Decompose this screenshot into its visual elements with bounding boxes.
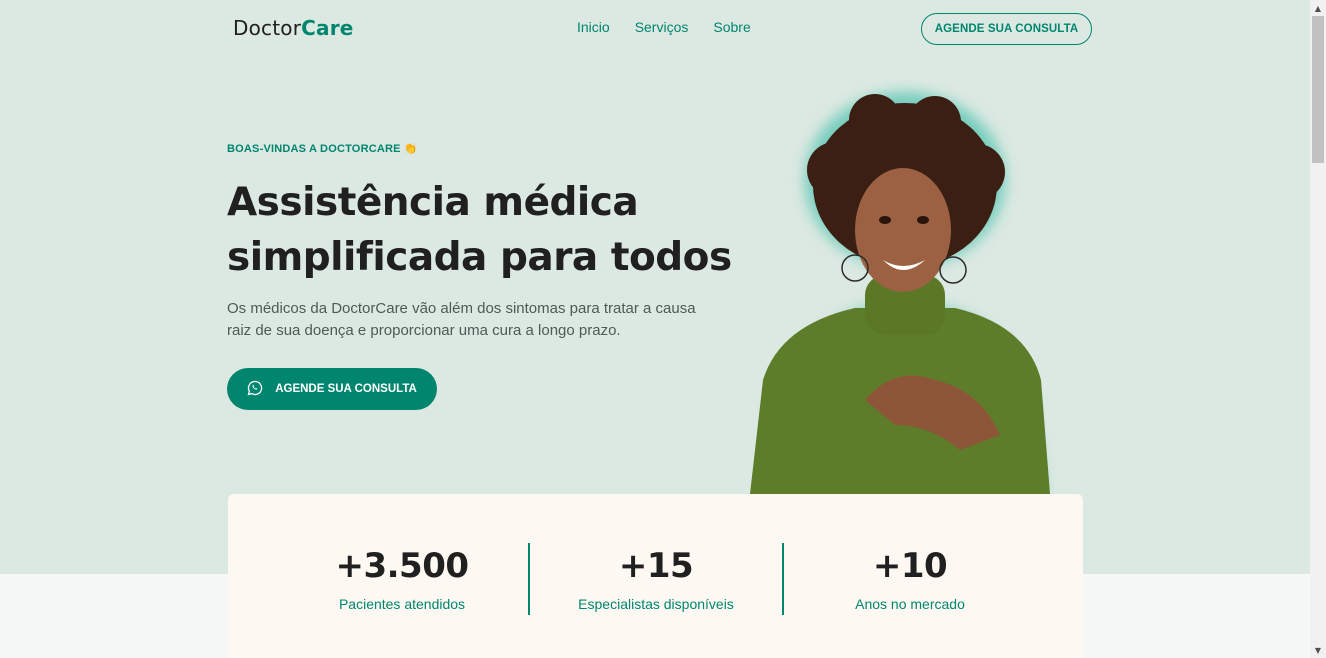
hero-eyebrow: BOAS-VINDAS A DOCTORCARE 👏: [227, 143, 418, 155]
nav-link-servicos[interactable]: Serviços: [635, 19, 689, 35]
nav-link-sobre[interactable]: Sobre: [713, 19, 750, 35]
stats-card: +3.500 Pacientes atendidos +15 Especiali…: [228, 494, 1083, 658]
stat-label: Anos no mercado: [855, 596, 965, 612]
stat-label: Especialistas disponíveis: [578, 596, 734, 612]
stat-value: +3.500: [335, 546, 469, 586]
header-schedule-button[interactable]: AGENDE SUA CONSULTA: [921, 13, 1092, 45]
scroll-up-icon[interactable]: ▲: [1310, 0, 1326, 16]
vertical-scrollbar[interactable]: ▲ ▼: [1310, 0, 1326, 658]
stat-value: +10: [872, 546, 948, 586]
stat-years: +10 Anos no mercado: [783, 542, 1037, 612]
logo-brand: Care: [301, 16, 354, 40]
logo[interactable]: DoctorCare: [233, 16, 354, 40]
scroll-down-icon[interactable]: ▼: [1310, 642, 1326, 658]
hero-cta-label: AGENDE SUA CONSULTA: [275, 383, 417, 395]
nav-link-inicio[interactable]: Inicio: [577, 19, 610, 35]
hero-doctor-portrait: [750, 92, 1050, 494]
stat-label: Pacientes atendidos: [338, 596, 466, 612]
main-nav: Inicio Serviços Sobre: [577, 19, 776, 35]
scroll-thumb[interactable]: [1312, 16, 1324, 163]
stat-value: +15: [618, 546, 694, 586]
hero-title: Assistência médica simplificada para tod…: [227, 180, 732, 280]
page: DoctorCare Inicio Serviços Sobre AGENDE …: [0, 0, 1310, 658]
logo-text: Doctor: [233, 16, 302, 40]
stat-patients: +3.500 Pacientes atendidos: [275, 542, 529, 612]
stat-specialists: +15 Especialistas disponíveis: [529, 542, 783, 612]
hero-description: Os médicos da DoctorCare vão além dos si…: [227, 300, 696, 339]
whatsapp-icon: [247, 380, 263, 399]
hero-schedule-button[interactable]: AGENDE SUA CONSULTA: [227, 368, 437, 410]
